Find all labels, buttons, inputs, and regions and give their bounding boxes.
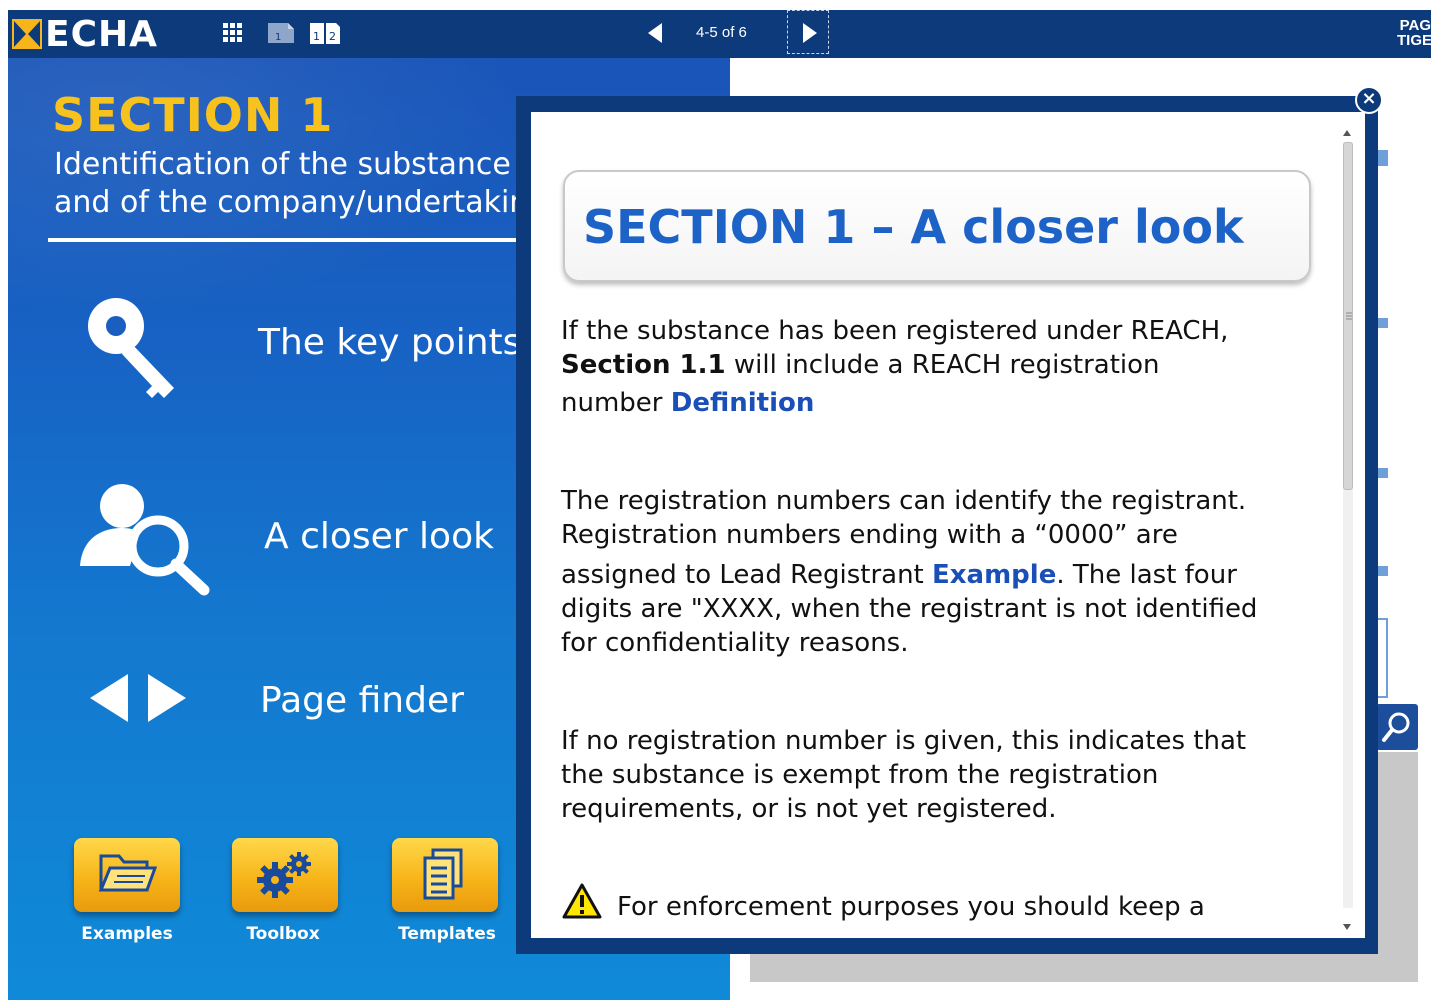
- modal-close-button[interactable]: ×: [1355, 86, 1383, 114]
- modal-title: SECTION 1 – A closer look: [583, 200, 1244, 254]
- p3-line-1: If no registration number is given, this…: [561, 726, 1247, 756]
- person-magnifier-icon: [78, 480, 218, 604]
- next-page-button[interactable]: [787, 10, 829, 54]
- svg-text:1: 1: [313, 30, 320, 43]
- toolbox-label: Toolbox: [246, 924, 320, 944]
- scroll-up-arrow-icon[interactable]: [1341, 124, 1353, 136]
- echa-logo-mark-icon: [12, 19, 42, 49]
- example-link[interactable]: Example: [932, 560, 1056, 590]
- scroll-track[interactable]: [1343, 142, 1353, 908]
- two-page-icon[interactable]: 1 2: [308, 20, 342, 46]
- warning-row: For enforcement purposes you should keep…: [561, 880, 1321, 938]
- p1-line-1: If the substance has been registered und…: [561, 316, 1229, 346]
- key-icon: [82, 292, 182, 406]
- svg-text:2: 2: [329, 30, 336, 43]
- section-subtitle-line-2: and of the company/undertaking: [54, 185, 524, 220]
- closer-look-modal: SECTION 1 – A closer look If the substan…: [516, 96, 1378, 954]
- documents-icon: [423, 848, 463, 900]
- menu-label-page-finder: Page finder: [260, 680, 464, 721]
- p1-line-2: Section 1.1 will include a REACH registr…: [561, 348, 1321, 382]
- p2-line-4: digits are "XXXX, when the registrant is…: [561, 594, 1258, 624]
- grid-view-icon[interactable]: [220, 20, 246, 46]
- section-subtitle-line-1: Identification of the substance: [54, 147, 511, 182]
- modal-scrollbar[interactable]: [1337, 120, 1357, 934]
- p1-text-number: number: [561, 388, 671, 418]
- folder-icon: [98, 854, 157, 892]
- brand-line-2: TIGE: [1397, 32, 1431, 48]
- zoom-button[interactable]: [1376, 704, 1418, 750]
- definition-link[interactable]: Definition: [671, 388, 815, 418]
- gears-icon: [257, 852, 311, 898]
- examples-button[interactable]: [74, 838, 180, 912]
- paragraph-registration: If the substance has been registered und…: [561, 314, 1321, 420]
- p1-bold-section: Section 1.1: [561, 350, 726, 380]
- section-divider: [48, 238, 528, 242]
- previous-page-button[interactable]: [644, 20, 666, 46]
- menu-item-page-finder[interactable]: Page finder: [8, 648, 528, 768]
- brand-line-1: PAG: [1399, 18, 1431, 34]
- menu-item-closer-look[interactable]: A closer look: [8, 478, 528, 598]
- examples-label: Examples: [81, 924, 173, 944]
- p2-line-1: The registration numbers can identify th…: [561, 486, 1247, 516]
- templates-button[interactable]: [392, 838, 498, 912]
- p1-line-3: number Definition: [561, 386, 1321, 420]
- p1-text: will include a REACH registration: [725, 350, 1160, 380]
- templates-label: Templates: [398, 924, 496, 944]
- p2-text-a: assigned to Lead Registrant: [561, 560, 933, 590]
- warning-text: For enforcement purposes you should keep…: [617, 892, 1205, 922]
- scroll-thumb[interactable]: [1343, 142, 1353, 490]
- single-page-icon[interactable]: 1: [264, 20, 298, 46]
- top-toolbar: ECHA 1 1 2 4-5 of 6 PAG TIGE: [8, 10, 1431, 58]
- p2-line-5: for confidentiality reasons.: [561, 628, 909, 658]
- modal-content: SECTION 1 – A closer look If the substan…: [531, 112, 1365, 938]
- warning-icon: [561, 882, 603, 924]
- scroll-down-arrow-icon[interactable]: [1341, 918, 1353, 930]
- modal-title-box: SECTION 1 – A closer look: [563, 170, 1311, 282]
- menu-item-key-points[interactable]: The key points: [8, 286, 528, 406]
- p3-line-2: the substance is exempt from the registr…: [561, 760, 1159, 790]
- paragraph-no-registration: If no registration number is given, this…: [561, 724, 1321, 826]
- toolbox-button[interactable]: [232, 838, 338, 912]
- paragraph-registration-numbers: The registration numbers can identify th…: [561, 484, 1321, 660]
- magnifier-icon: [1382, 712, 1410, 742]
- p2-line-2: Registration numbers ending with a “0000…: [561, 520, 1178, 550]
- svg-text:1: 1: [275, 32, 281, 43]
- p3-line-3: requirements, or is not yet registered.: [561, 794, 1057, 824]
- section-title: SECTION 1: [52, 88, 334, 142]
- p2-text-b: . The last four: [1056, 560, 1237, 590]
- echa-logo: ECHA: [12, 12, 158, 56]
- pagetiger-brand: PAG TIGE: [1397, 18, 1431, 48]
- page-indicator: 4-5 of 6: [696, 24, 747, 41]
- section-subtitle: Identification of the substance and of t…: [54, 146, 524, 222]
- menu-label-closer-look: A closer look: [264, 516, 494, 557]
- logo-text: ECHA: [45, 13, 159, 55]
- left-right-arrows-icon: [88, 670, 188, 730]
- menu-label-key-points: The key points: [258, 322, 522, 363]
- p2-line-3: assigned to Lead Registrant Example. The…: [561, 558, 1321, 592]
